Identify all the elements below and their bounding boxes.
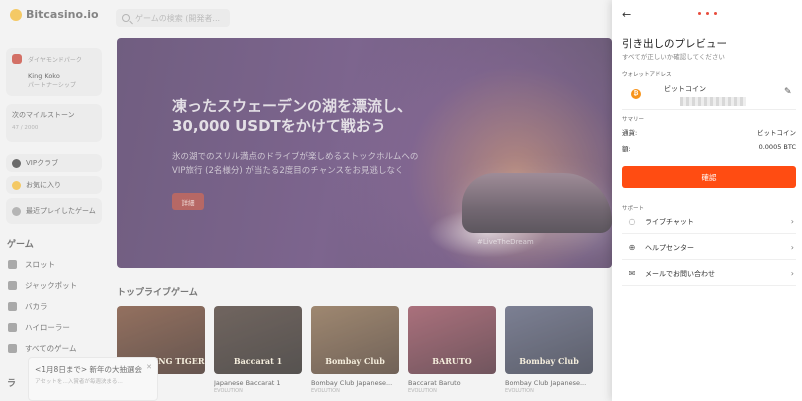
pencil-icon[interactable]: ✎ [784,87,794,97]
mail-icon: ✉ [628,269,636,278]
chat-icon: ◌ [628,217,636,226]
currency-value: ビットコイン [757,129,796,137]
support-item-label: ヘルプセンター [645,243,694,252]
summary-label: サマリー [622,117,645,123]
chevron-right-icon: › [790,243,794,252]
confirm-button[interactable]: 確認 [622,166,796,188]
drawer-title: 引き出しのプレビュー [622,38,727,50]
chevron-right-icon: › [790,269,794,278]
step-indicator [698,12,717,15]
amount-label: 額: [622,145,631,153]
currency-label: 通貨: [622,129,638,137]
amount-value: 0.0005 BTC [758,143,796,151]
currency-row: 通貨: ビットコイン [622,127,796,137]
wallet-address-redacted [680,97,746,106]
support-item-live-chat[interactable]: ◌ ライブチャット › [622,210,796,234]
drawer-subtitle: すべてが正しいか確認してください [622,53,725,61]
wallet-address-box: ₿ ビットコイン ✎ [622,78,796,110]
withdrawal-preview-drawer: ← 引き出しのプレビュー すべてが正しいか確認してください ウォレットアドレス … [612,0,802,401]
wallet-address-label: ウォレットアドレス [622,72,672,78]
chevron-right-icon: › [790,217,794,226]
support-item-label: メールでお問い合わせ [645,269,715,278]
help-center-icon: ⊕ [628,243,636,252]
modal-backdrop[interactable] [0,0,612,401]
wallet-name: ビットコイン [664,85,706,93]
step-dot [714,12,717,15]
bitcoin-icon: ₿ [631,89,641,99]
step-dot [698,12,701,15]
amount-row: 額: 0.0005 BTC [622,143,796,153]
back-arrow-icon[interactable]: ← [622,8,636,22]
support-item-email[interactable]: ✉ メールでお問い合わせ › [622,262,796,286]
support-item-help-center[interactable]: ⊕ ヘルプセンター › [622,236,796,260]
step-dot [706,12,709,15]
support-item-label: ライブチャット [645,217,694,226]
